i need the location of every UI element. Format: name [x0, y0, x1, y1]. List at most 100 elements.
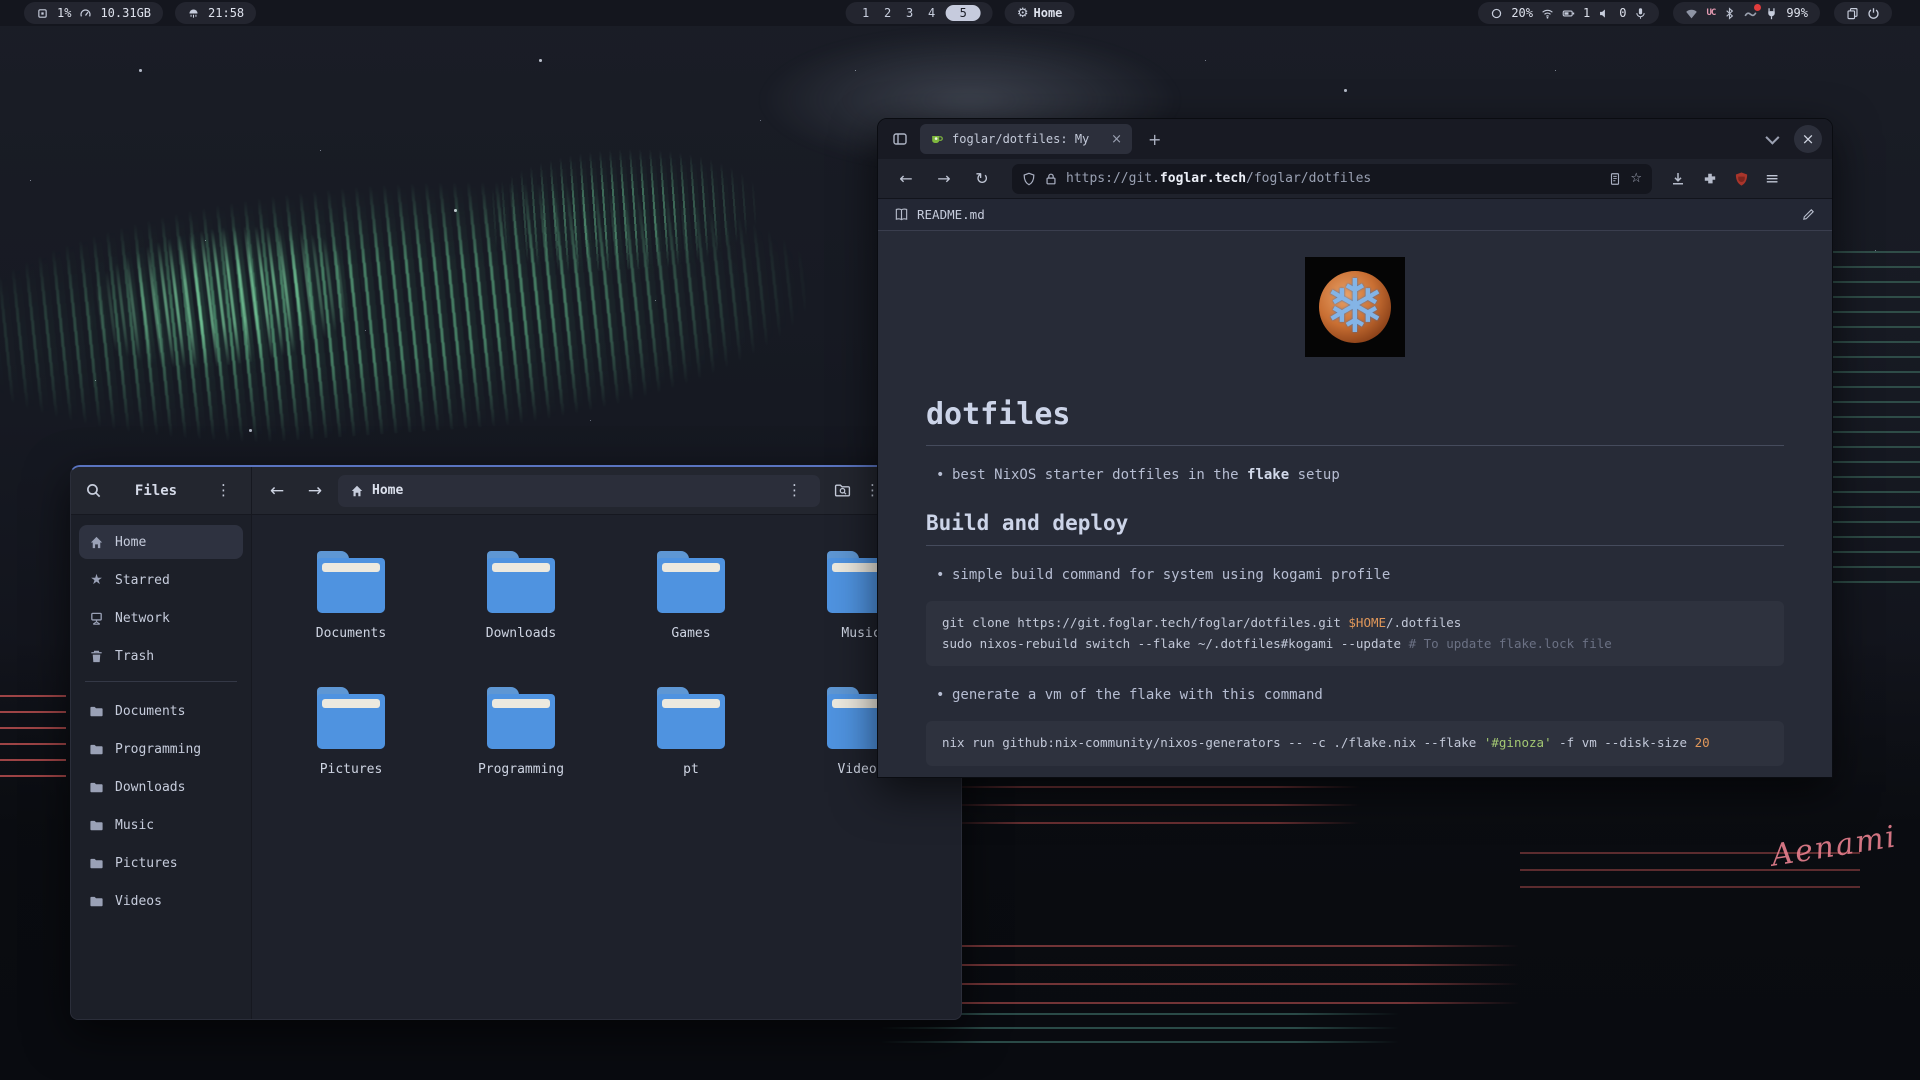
sidebar-label: Network	[115, 611, 170, 626]
workspace-5-active[interactable]: 5	[946, 5, 981, 21]
folder-label: Music	[841, 626, 880, 641]
folder-item-pt[interactable]: pt	[606, 687, 776, 787]
code-text: git clone https://git.foglar.tech/foglar…	[942, 615, 1348, 630]
forward-button[interactable]: →	[300, 476, 330, 506]
sidebar-item-home[interactable]: Home	[79, 525, 243, 559]
sidebar-item-pictures[interactable]: Pictures	[79, 846, 243, 880]
tracking-shield-icon[interactable]	[1022, 172, 1036, 186]
lock-icon[interactable]	[1044, 172, 1058, 186]
wallpaper-green-streaks	[1820, 250, 1920, 590]
sidebar-label: Trash	[115, 649, 154, 664]
new-tab-button[interactable]: +	[1140, 130, 1169, 149]
folder-icon	[89, 818, 104, 833]
network-tray-icon[interactable]	[1685, 7, 1698, 20]
window-close-button[interactable]: ×	[1794, 125, 1822, 153]
session-pill	[1834, 2, 1892, 24]
sidebar-item-downloads[interactable]: Downloads	[79, 770, 243, 804]
reader-mode-icon[interactable]	[1608, 172, 1622, 186]
breadcrumb[interactable]: Home ⋮	[338, 475, 820, 507]
hardware-pill: 20% 1 0	[1478, 2, 1659, 24]
browser-tab[interactable]: foglar/dotfiles: My ×	[920, 124, 1132, 154]
folder-icon	[89, 856, 104, 871]
code-variable: $HOME	[1348, 615, 1386, 630]
code-block-vm[interactable]: nix run github:nix-community/nixos-gener…	[926, 721, 1784, 766]
folder-item-programming[interactable]: Programming	[436, 687, 606, 787]
url-bar[interactable]: https://git.foglar.tech/foglar/dotfiles …	[1012, 164, 1652, 194]
vpn-tray-icon[interactable]	[1744, 7, 1757, 20]
layout-indicator[interactable]: ⚙ Home	[1005, 2, 1075, 24]
browser-forward-button[interactable]: →	[928, 164, 960, 194]
bullet-text: setup	[1289, 467, 1340, 483]
workspace-1[interactable]: 1	[858, 6, 874, 20]
folder-label: pt	[683, 762, 699, 777]
folder-label: Games	[671, 626, 710, 641]
sidebar-item-music[interactable]: Music	[79, 808, 243, 842]
readme-section-heading: Build and deploy	[926, 511, 1784, 546]
search-icon[interactable]	[85, 482, 102, 499]
extensions-icon[interactable]	[1702, 171, 1718, 187]
folder-item-pictures[interactable]: Pictures	[266, 687, 436, 787]
files-headerbar: Files ⋮ ← → Home ⋮ ⋮	[71, 467, 961, 515]
ublock-origin-icon[interactable]	[1734, 171, 1749, 187]
folder-item-downloads[interactable]: Downloads	[436, 551, 606, 651]
files-sidebar: Home ★ Starred Network Trash Documents	[71, 515, 252, 1020]
code-block-build[interactable]: git clone https://git.foglar.tech/foglar…	[926, 601, 1784, 666]
readme-title: dotfiles	[926, 397, 1784, 446]
folder-icon	[89, 780, 104, 795]
tab-close-icon[interactable]: ×	[1111, 132, 1122, 147]
sidebar-item-videos[interactable]: Videos	[79, 884, 243, 918]
sidebar-item-documents[interactable]: Documents	[79, 694, 243, 728]
search-folder-icon[interactable]	[834, 482, 851, 499]
workspace-3[interactable]: 3	[902, 6, 918, 20]
folder-icon	[89, 894, 104, 909]
bullet-text: best NixOS starter dotfiles in the	[952, 467, 1247, 483]
list-tabs-chevron-icon[interactable]	[1765, 131, 1779, 145]
app-menu-kebab-icon[interactable]: ⋮	[210, 481, 237, 500]
back-button[interactable]: ←	[262, 476, 292, 506]
sidebar-item-starred[interactable]: ★ Starred	[79, 563, 243, 597]
sidebar-separator	[85, 681, 237, 682]
brightness-icon	[1490, 7, 1503, 20]
sidebar-item-programming[interactable]: Programming	[79, 732, 243, 766]
firefox-view-icon[interactable]	[892, 131, 908, 147]
reload-button[interactable]: ↻	[966, 164, 998, 194]
gitea-favicon	[930, 132, 944, 146]
power-icon[interactable]	[1867, 7, 1880, 20]
battery-percent: 99%	[1786, 6, 1808, 20]
trash-icon	[89, 649, 104, 664]
navigation-bar: ← → ↻ https://git.foglar.tech/foglar/dot…	[878, 159, 1832, 199]
wallpaper-red-glitch	[940, 786, 1360, 832]
code-comment: # To update flake.lock file	[1409, 636, 1612, 651]
menu-hamburger-icon[interactable]: ≡	[1765, 169, 1779, 189]
edit-pencil-icon[interactable]	[1801, 207, 1816, 222]
star-icon: ★	[89, 572, 104, 588]
workspaces: 1 2 3 4 5	[846, 2, 993, 24]
code-text: -f vm --disk-size	[1552, 735, 1695, 750]
tab-title: foglar/dotfiles: My	[952, 132, 1103, 146]
workspace-4[interactable]: 4	[924, 6, 940, 20]
bookmark-star-icon[interactable]: ☆	[1630, 171, 1642, 186]
clock-pill: 21:58	[175, 2, 256, 24]
downloads-icon[interactable]	[1670, 171, 1686, 187]
volume-value: 0	[1619, 6, 1626, 20]
jellyfish-icon	[187, 7, 200, 20]
folder-label: Programming	[478, 762, 564, 777]
sidebar-item-network[interactable]: Network	[79, 601, 243, 635]
path-menu-kebab-icon[interactable]: ⋮	[781, 481, 808, 500]
sidebar-label: Videos	[115, 894, 162, 909]
clipboard-icon[interactable]	[1846, 7, 1859, 20]
network-icon	[89, 611, 104, 626]
uc-tray-icon[interactable]: UC	[1706, 8, 1715, 18]
browser-back-button[interactable]: ←	[890, 164, 922, 194]
bluetooth-icon[interactable]	[1723, 7, 1736, 20]
folder-label: Downloads	[486, 626, 556, 641]
workspace-2[interactable]: 2	[880, 6, 896, 20]
code-line: nix run github:nix-community/nixos-gener…	[942, 733, 1768, 754]
folder-item-documents[interactable]: Documents	[266, 551, 436, 651]
folder-label: Pictures	[320, 762, 383, 777]
readme-filename: README.md	[917, 207, 985, 222]
sidebar-item-trash[interactable]: Trash	[79, 639, 243, 673]
url-domain: foglar.tech	[1160, 171, 1246, 186]
sidebar-label: Pictures	[115, 856, 178, 871]
folder-item-games[interactable]: Games	[606, 551, 776, 651]
